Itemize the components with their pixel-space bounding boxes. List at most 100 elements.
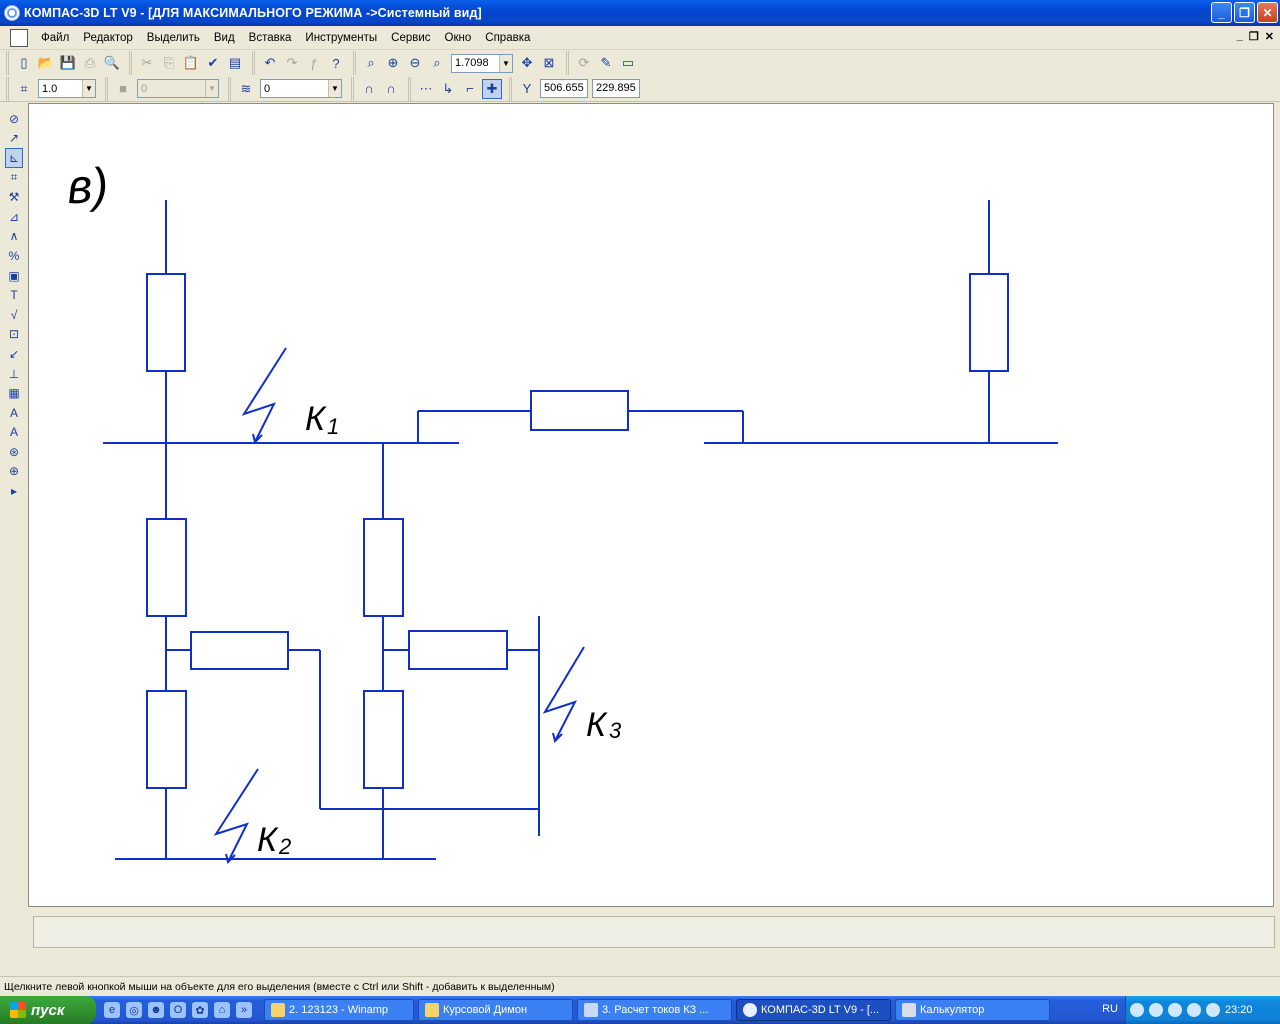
selection-icon[interactable]: % (5, 246, 23, 266)
minimize-button[interactable]: _ (1211, 2, 1232, 23)
icq-icon[interactable]: ✿ (192, 1002, 208, 1018)
layer-combo[interactable]: 0 ▼ (260, 79, 342, 98)
task-folder[interactable]: Курсовой Димон (418, 999, 573, 1021)
messenger-icon[interactable]: ☻ (148, 1002, 164, 1018)
menu-view[interactable]: Вид (207, 28, 242, 48)
mdi-close-icon[interactable]: ✕ (1265, 30, 1274, 43)
help-pointer-icon[interactable]: ? (326, 53, 346, 73)
variant-label: в) (65, 159, 110, 215)
zoom-out-icon[interactable]: ⊖ (405, 53, 425, 73)
geometry-icon[interactable]: ⊘ (5, 109, 23, 129)
word-icon (584, 1003, 598, 1017)
ie-icon[interactable]: e (104, 1002, 120, 1018)
menu-file[interactable]: Файл (34, 28, 76, 48)
opera-icon[interactable]: O (170, 1002, 186, 1018)
table-icon[interactable]: ▦ (5, 383, 23, 403)
more-arrow-icon[interactable]: ▸ (5, 481, 23, 501)
properties-icon[interactable]: ✔ (203, 53, 223, 73)
pan-icon[interactable]: ✥ (517, 53, 537, 73)
drawing-canvas[interactable]: в) К 1 К 2 К 3 (28, 103, 1274, 907)
menu-help[interactable]: Справка (478, 28, 537, 48)
tray-update-icon[interactable] (1206, 1003, 1220, 1017)
chevron-down-icon[interactable]: ▼ (328, 80, 341, 97)
zoom-in-icon[interactable]: ⊕ (383, 53, 403, 73)
copy-icon[interactable]: ⎘ (159, 53, 179, 73)
tray-volume-icon[interactable] (1149, 1003, 1163, 1017)
show-all-icon[interactable]: ⊠ (539, 53, 559, 73)
redo-icon[interactable]: ↷ (282, 53, 302, 73)
language-indicator[interactable]: RU (1102, 1003, 1118, 1015)
menu-tools[interactable]: Инструменты (298, 28, 384, 48)
leader-icon[interactable]: ↙ (5, 344, 23, 364)
paste-icon[interactable]: 📋 (181, 53, 201, 73)
tray-network-icon[interactable] (1168, 1003, 1182, 1017)
task-winamp[interactable]: 2. 123123 - Winamp (264, 999, 414, 1021)
manager-icon[interactable]: ▤ (225, 53, 245, 73)
menu-insert[interactable]: Вставка (242, 28, 299, 48)
layer-state-combo[interactable]: 0 ▼ (137, 79, 219, 98)
dimensions-icon[interactable]: ⌗ (5, 168, 23, 188)
arrow-text-icon[interactable]: A (5, 423, 23, 443)
views-icon[interactable]: ▣ (5, 266, 23, 286)
mdi-restore-icon[interactable]: ❐ (1249, 30, 1259, 43)
print-preview-icon[interactable]: 🔍 (102, 53, 122, 73)
rebuild-icon[interactable]: ⟳ (574, 53, 594, 73)
menu-service[interactable]: Сервис (384, 28, 437, 48)
layers-icon[interactable]: ≋ (236, 79, 256, 99)
center-mark-icon[interactable]: ⊕ (5, 462, 23, 482)
macro-icon[interactable]: ⊛ (5, 442, 23, 462)
open-folder-icon[interactable]: 📂 (36, 53, 56, 73)
spec-icon[interactable]: A (5, 403, 23, 423)
coord-y-field[interactable]: 229.895 (592, 79, 640, 98)
edit-icon[interactable]: ↗ (5, 129, 23, 149)
variables-icon[interactable]: ƒ (304, 53, 324, 73)
layer-state-icon[interactable]: ■ (113, 79, 133, 99)
angle-icon[interactable]: ∧ (5, 227, 23, 247)
hammer-icon[interactable]: ⚒ (5, 187, 23, 207)
tolerance-icon[interactable]: ⊥ (5, 364, 23, 384)
coord-x-field[interactable]: 506.655 (540, 79, 588, 98)
network-icon[interactable]: ⌂ (214, 1002, 230, 1018)
restore-button[interactable]: ❐ (1234, 2, 1255, 23)
chevron-down-icon[interactable]: ▼ (82, 80, 95, 97)
magic-wand-icon[interactable]: ✎ (596, 53, 616, 73)
document-icon[interactable] (10, 28, 28, 47)
chevron-down-icon[interactable]: ▼ (205, 80, 218, 97)
new-document-icon[interactable]: ▯ (14, 53, 34, 73)
display-icon[interactable]: ▭ (618, 53, 638, 73)
chevron-right-icon[interactable]: » (236, 1002, 252, 1018)
roughness-icon[interactable]: √ (5, 305, 23, 325)
save-icon[interactable]: 💾 (58, 53, 78, 73)
cursor-step-icon[interactable]: ⌗ (14, 79, 34, 99)
task-word[interactable]: 3. Расчет токов КЗ ... (577, 999, 732, 1021)
tray-arrow-icon[interactable] (1130, 1003, 1144, 1017)
measure-icon[interactable]: ⊿ (5, 207, 23, 227)
ortho-icon[interactable]: ⌐ (460, 79, 480, 99)
snaps-icon[interactable]: ∩ (359, 79, 379, 99)
zoom-combo[interactable]: 1.7098 ▼ (451, 53, 513, 73)
text-icon[interactable]: T (5, 285, 23, 305)
parametrization-icon[interactable]: ⊾ (5, 148, 23, 168)
start-button[interactable]: пуск (0, 996, 96, 1024)
print-icon[interactable]: ⎙ (80, 53, 100, 73)
zoom-scale-icon[interactable]: ⌕ (427, 53, 447, 73)
local-snaps-icon[interactable]: ∩ (381, 79, 401, 99)
menu-edit[interactable]: Редактор (76, 28, 140, 48)
task-kompas[interactable]: КОМПАС-3D LT V9 - [... (736, 999, 891, 1021)
close-button[interactable]: ✕ (1257, 2, 1278, 23)
step-combo[interactable]: 1.0 ▼ (38, 79, 96, 98)
zoom-window-icon[interactable]: ⌕ (361, 53, 381, 73)
parametric-mode-icon[interactable]: ✚ (482, 78, 502, 99)
undo-icon[interactable]: ↶ (260, 53, 280, 73)
mdi-minimize-icon[interactable]: _ (1237, 30, 1243, 43)
menu-select[interactable]: Выделить (140, 28, 207, 48)
firefox-icon[interactable]: ◎ (126, 1002, 142, 1018)
task-calculator[interactable]: Калькулятор (895, 999, 1050, 1021)
base-icon[interactable]: ⊡ (5, 325, 23, 345)
menu-window[interactable]: Окно (438, 28, 479, 48)
local-cs-icon[interactable]: ↳ (438, 79, 458, 99)
grid-icon[interactable]: ⋯ (416, 79, 436, 99)
tray-security-icon[interactable] (1187, 1003, 1201, 1017)
chevron-down-icon[interactable]: ▼ (499, 54, 512, 72)
cut-icon[interactable]: ✂ (137, 53, 157, 73)
